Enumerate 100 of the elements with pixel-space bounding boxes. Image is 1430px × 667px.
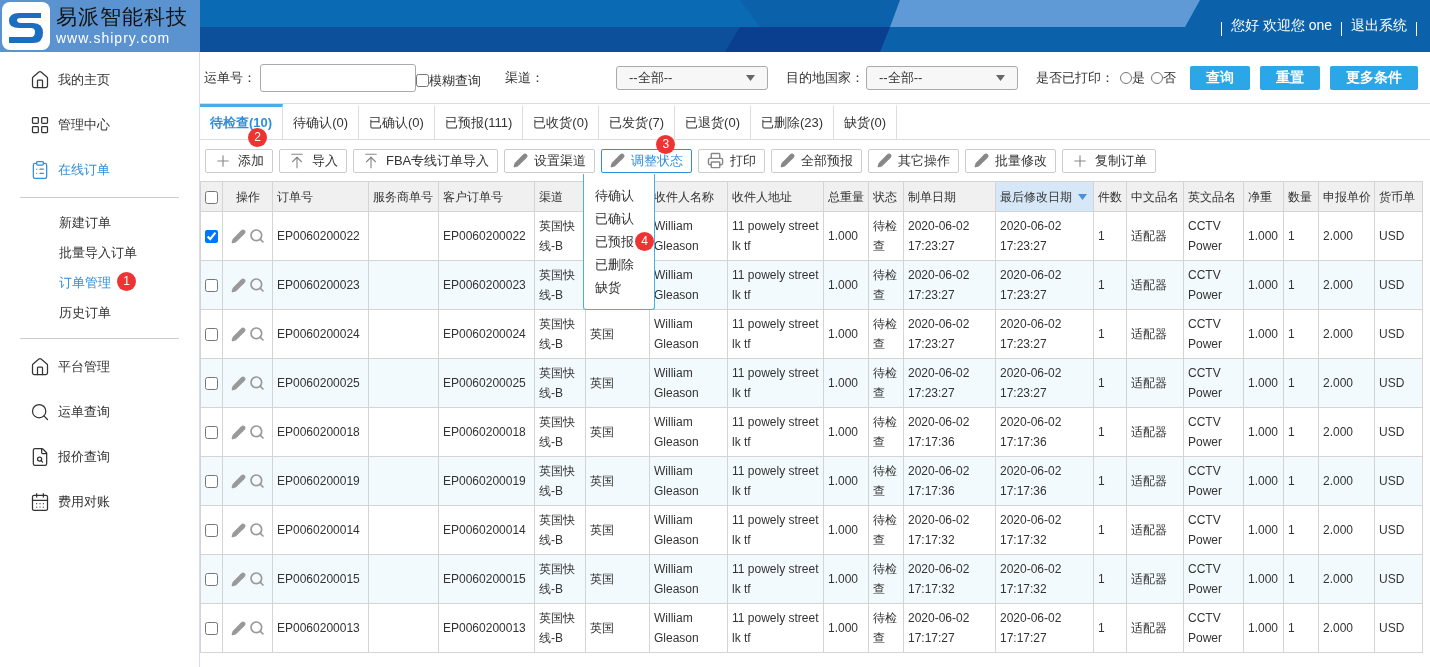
status-tab[interactable]: 已删除(23) bbox=[751, 104, 835, 139]
edit-icon[interactable] bbox=[230, 571, 246, 587]
search-icon[interactable] bbox=[248, 473, 265, 489]
edit-icon[interactable] bbox=[230, 522, 246, 538]
table-cell-text: 英国 bbox=[590, 424, 615, 441]
row-checkbox[interactable] bbox=[205, 279, 218, 293]
edit-icon[interactable] bbox=[230, 277, 246, 293]
edit-icon[interactable] bbox=[230, 326, 246, 342]
table-cell-text: 2020-06-02 17:23:27 bbox=[1000, 218, 1063, 255]
radio-button[interactable] bbox=[1120, 71, 1132, 84]
search-icon[interactable] bbox=[248, 375, 265, 391]
row-checkbox[interactable] bbox=[205, 524, 218, 538]
status-tab[interactable]: 已确认(0) bbox=[359, 104, 435, 139]
search-icon[interactable] bbox=[248, 424, 265, 440]
table-cell-text: 适配器 bbox=[1131, 620, 1168, 637]
edit-icon[interactable] bbox=[230, 473, 246, 489]
row-checkbox[interactable] bbox=[205, 426, 218, 440]
edit-icon[interactable] bbox=[230, 424, 246, 440]
field-label: 是否已打印： bbox=[1036, 68, 1114, 87]
toolbar-button[interactable]: 设置渠道 bbox=[504, 148, 596, 173]
table-cell-text: CCTV Power bbox=[1188, 365, 1223, 402]
menu-item[interactable]: 已预报 bbox=[595, 231, 634, 252]
menu-item[interactable]: 已删除 bbox=[595, 254, 634, 275]
table-cell-text: 1 bbox=[1288, 522, 1296, 539]
sidebar-item[interactable]: 费用对账 bbox=[58, 491, 110, 512]
sidebar-item[interactable]: 我的主页 bbox=[58, 69, 110, 90]
table-cell-text: EP0060200023 bbox=[277, 277, 361, 294]
menu-item[interactable]: 已确认 bbox=[595, 208, 634, 229]
table-cell-text: 适配器 bbox=[1131, 571, 1168, 588]
sidebar-item[interactable]: 平台管理 bbox=[58, 356, 110, 377]
pencil-icon bbox=[610, 153, 626, 168]
sidebar-item[interactable]: 报价查询 bbox=[58, 446, 110, 467]
fuzzy-checkbox[interactable] bbox=[416, 74, 429, 87]
table-cell-text: 适配器 bbox=[1131, 277, 1168, 294]
toolbar-button[interactable]: 调整状态 bbox=[601, 148, 693, 173]
row-checkbox[interactable] bbox=[205, 377, 218, 391]
row-checkbox[interactable] bbox=[205, 230, 218, 244]
toolbar-button[interactable]: 复制订单 bbox=[1062, 148, 1157, 173]
status-tab[interactable]: 已退货(0) bbox=[675, 104, 751, 139]
table-cell-text: 待检查 bbox=[873, 561, 898, 598]
edit-icon[interactable] bbox=[230, 228, 246, 244]
status-tab[interactable]: 已收货(0) bbox=[523, 104, 600, 139]
sidebar-item[interactable]: 批量导入订单 bbox=[59, 243, 137, 263]
menu-item[interactable]: 待确认 bbox=[595, 185, 634, 206]
row-checkbox[interactable] bbox=[205, 573, 218, 587]
table-cell-text: 1.000 bbox=[1248, 522, 1279, 539]
waybill-input[interactable] bbox=[260, 63, 416, 92]
header-link[interactable]: 退出系统 bbox=[1351, 15, 1407, 36]
toolbar-button[interactable]: 全部预报 bbox=[771, 148, 863, 173]
toolbar-button[interactable]: 导入 bbox=[279, 148, 347, 173]
menu-item[interactable]: 缺货 bbox=[595, 277, 621, 298]
status-tab[interactable]: 已预报(111) bbox=[434, 104, 524, 139]
sidebar-item[interactable]: 运单查询 bbox=[58, 401, 110, 422]
select-all-checkbox[interactable] bbox=[205, 190, 218, 204]
search-icon[interactable] bbox=[248, 571, 265, 587]
channel-select[interactable]: --全部-- bbox=[616, 65, 768, 90]
row-checkbox[interactable] bbox=[205, 475, 218, 489]
table-cell-text: 1.000 bbox=[828, 620, 860, 637]
table-cell-text: 1 bbox=[1288, 228, 1296, 245]
table-cell-text: 2.000 bbox=[1323, 473, 1355, 490]
radio-button[interactable] bbox=[1151, 71, 1163, 84]
sidebar-item[interactable]: 历史订单 bbox=[59, 303, 111, 323]
toolbar-button[interactable]: 批量修改 bbox=[965, 148, 1057, 173]
header-link[interactable]: 您好 欢迎您 one bbox=[1230, 15, 1332, 36]
table-cell-text: 1.000 bbox=[1248, 571, 1279, 588]
edit-icon[interactable] bbox=[230, 620, 246, 636]
table-cell-text: 1 bbox=[1098, 375, 1106, 392]
brand-name: 易派智能科技 bbox=[56, 5, 188, 29]
table-cell-text: USD bbox=[1379, 571, 1406, 588]
status-tab[interactable]: 缺货(0) bbox=[834, 104, 897, 139]
sidebar-item[interactable]: 在线订单 bbox=[58, 159, 110, 180]
toolbar-button[interactable]: 添加 bbox=[205, 148, 273, 173]
toolbar-button[interactable]: FBA专线订单导入 bbox=[353, 148, 499, 173]
sort-icon[interactable] bbox=[1078, 193, 1087, 200]
status-tab[interactable]: 待确认(0) bbox=[283, 104, 359, 139]
search-icon[interactable] bbox=[248, 326, 265, 342]
column-header: 数量 bbox=[1288, 188, 1312, 206]
table-cell-text: 1 bbox=[1288, 473, 1296, 490]
search-icon[interactable] bbox=[248, 522, 265, 538]
table-cell-text: William Gleason bbox=[654, 610, 700, 647]
table-cell-text: CCTV Power bbox=[1188, 316, 1223, 353]
column-header: 订单号 bbox=[277, 188, 313, 206]
country-select[interactable]: --全部-- bbox=[866, 65, 1018, 90]
search-icon[interactable] bbox=[248, 277, 265, 293]
table-cell-text: 1 bbox=[1098, 424, 1106, 441]
row-checkbox[interactable] bbox=[205, 622, 218, 636]
table-cell-text: 英国快线-B bbox=[539, 267, 576, 304]
toolbar-button[interactable]: 打印 bbox=[698, 148, 766, 173]
sidebar-item[interactable]: 新建订单 bbox=[59, 213, 111, 233]
table-cell-text: EP0060200022 bbox=[277, 228, 361, 245]
search-icon[interactable] bbox=[248, 620, 265, 636]
row-checkbox[interactable] bbox=[205, 328, 218, 342]
table-cell-text: EP0060200014 bbox=[443, 522, 527, 539]
table-cell-text: EP0060200014 bbox=[277, 522, 361, 539]
table-cell-text: EP0060200024 bbox=[443, 326, 527, 343]
edit-icon[interactable] bbox=[230, 375, 246, 391]
table-cell-text: CCTV Power bbox=[1188, 512, 1223, 549]
toolbar-button[interactable]: 其它操作 bbox=[868, 148, 960, 173]
sidebar-item[interactable]: 管理中心 bbox=[58, 114, 110, 135]
search-icon[interactable] bbox=[248, 228, 265, 244]
